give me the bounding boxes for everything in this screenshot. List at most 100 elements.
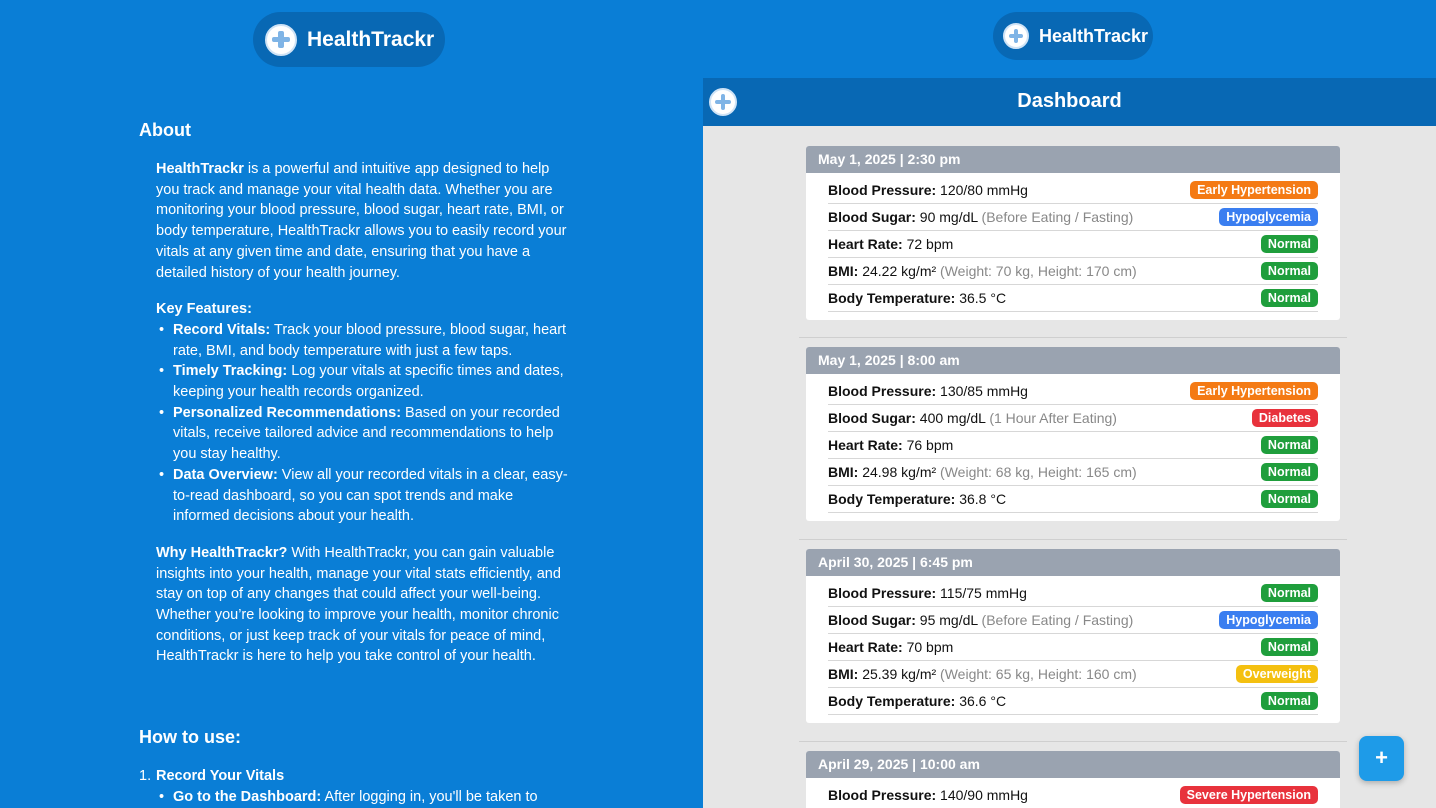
vital-value: 25.39 kg/m² <box>862 666 937 682</box>
feature-title: Timely Tracking: <box>173 363 288 380</box>
vital-value: 76 bpm <box>906 437 954 453</box>
status-badge: Normal <box>1260 262 1318 280</box>
vital-row-bp: Blood Pressure: 120/80 mmHg Early Hyperte… <box>828 177 1318 204</box>
vital-label: Blood Pressure: <box>828 787 937 803</box>
vital-label: Heart Rate: <box>828 437 903 453</box>
vital-row-bmi: BMI: 24.98 kg/m² (Weight: 68 kg, Height:… <box>828 459 1318 486</box>
feature-title: Data Overview: <box>173 466 278 483</box>
status-badge: Normal <box>1260 436 1318 454</box>
status-badge: Early Hypertension <box>1190 181 1318 199</box>
status-badge: Normal <box>1260 692 1318 710</box>
app-name: HealthTrackr <box>1039 25 1149 46</box>
vitals-entry[interactable]: April 30, 2025 | 6:45 pm Blood Pressure:… <box>806 549 1340 723</box>
entry-date: April 29, 2025 | 10:00 am <box>806 751 1340 778</box>
vital-row-bp: Blood Pressure: 140/90 mmHg Severe Hypert… <box>828 782 1318 808</box>
dashboard-list[interactable]: May 1, 2025 | 2:30 pm Blood Pressure: 12… <box>703 126 1436 808</box>
app-logo-right[interactable]: HealthTrackr <box>993 12 1153 60</box>
vital-row-bmi: BMI: 24.22 kg/m² (Weight: 70 kg, Height:… <box>828 258 1318 285</box>
vital-label: Heart Rate: <box>828 236 903 252</box>
app-name: HealthTrackr <box>307 27 435 51</box>
vital-label: Blood Pressure: <box>828 585 937 601</box>
status-badge: Hypoglycemia <box>1219 611 1318 629</box>
step-number: 1. <box>139 768 152 784</box>
status-badge: Early Hypertension <box>1190 382 1318 400</box>
vital-label: Blood Sugar: <box>828 410 916 426</box>
why-paragraph: Why HealthTrackr? With HealthTrackr, you… <box>156 543 569 667</box>
feature-item: Data Overview: View all your recorded vi… <box>156 465 569 527</box>
vital-value: 36.8 °C <box>959 491 1007 507</box>
vital-value: 120/80 mmHg <box>940 182 1028 198</box>
vital-value: 115/75 mmHg <box>940 585 1027 601</box>
vital-label: Blood Sugar: <box>828 209 916 225</box>
features-heading: Key Features: <box>156 301 252 318</box>
add-record-button[interactable]: + <box>1359 736 1404 781</box>
vital-row-temp: Body Temperature: 36.8 °C Normal <box>828 486 1318 513</box>
vital-row-bs: Blood Sugar: 95 mg/dL (Before Eating / F… <box>828 607 1318 634</box>
status-badge: Normal <box>1260 235 1318 253</box>
vital-label: Blood Pressure: <box>828 182 937 198</box>
vital-value: 90 mg/dL <box>919 209 978 225</box>
entry-date: April 30, 2025 | 6:45 pm <box>806 549 1340 576</box>
vital-label: Heart Rate: <box>828 639 903 655</box>
vital-value: 70 bpm <box>906 639 954 655</box>
about-panel: HealthTrackr About HealthTrackr is a pow… <box>0 0 703 808</box>
vital-label: BMI: <box>828 263 859 279</box>
howto-substep: Go to the Dashboard: After logging in, y… <box>156 787 569 808</box>
vital-label: BMI: <box>828 464 859 480</box>
vital-label: Blood Pressure: <box>828 383 937 399</box>
feature-item: Record Vitals: Track your blood pressure… <box>156 320 569 361</box>
status-badge: Normal <box>1260 584 1318 602</box>
vital-value: 36.6 °C <box>959 693 1007 709</box>
vital-note: (1 Hour After Eating) <box>989 410 1117 426</box>
vital-note: (Before Eating / Fasting) <box>981 209 1134 225</box>
about-heading: About <box>139 120 191 140</box>
vital-label: Body Temperature: <box>828 491 956 507</box>
vital-row-hr: Heart Rate: 70 bpm Normal <box>828 634 1318 661</box>
status-badge: Hypoglycemia <box>1219 208 1318 226</box>
vital-value: 24.22 kg/m² <box>862 263 937 279</box>
vital-row-bp: Blood Pressure: 115/75 mmHg Normal <box>828 580 1318 607</box>
vital-row-bp: Blood Pressure: 130/85 mmHg Early Hyperte… <box>828 378 1318 405</box>
dashboard-title: Dashboard <box>1017 90 1122 112</box>
vital-value: 95 mg/dL <box>919 612 978 628</box>
intro-text: is a powerful and intuitive app designed… <box>156 161 567 281</box>
why-text: With HealthTrackr, you can gain valuable… <box>156 544 561 665</box>
feature-item: Timely Tracking: Log your vitals at spec… <box>156 361 569 402</box>
key-features: Key Features: Record Vitals: Track your … <box>156 299 569 527</box>
status-badge: Normal <box>1260 463 1318 481</box>
entry-date: May 1, 2025 | 2:30 pm <box>806 146 1340 173</box>
vital-row-bs: Blood Sugar: 400 mg/dL (1 Hour After Eat… <box>828 405 1318 432</box>
why-bold: Why HealthTrackr? <box>156 544 288 561</box>
how-to-section: How to use: 1.Record Your Vitals Go to t… <box>139 727 569 807</box>
status-badge: Severe Hypertension <box>1179 786 1318 804</box>
vital-label: Body Temperature: <box>828 693 956 709</box>
entry-divider <box>799 539 1347 540</box>
vitals-entry[interactable]: May 1, 2025 | 2:30 pm Blood Pressure: 12… <box>806 146 1340 320</box>
dashboard-header: Dashboard <box>703 78 1436 126</box>
entry-divider <box>799 741 1347 742</box>
substep-text: After logging in, you'll be taken to <box>321 788 538 805</box>
app-logo-left[interactable]: HealthTrackr <box>253 12 445 67</box>
about-intro: HealthTrackr is a powerful and intuitive… <box>156 159 569 283</box>
status-badge: Normal <box>1260 289 1318 307</box>
feature-title: Personalized Recommendations: <box>173 404 402 421</box>
vital-value: 24.98 kg/m² <box>862 464 937 480</box>
medical-cross-icon <box>265 23 297 56</box>
medical-cross-icon <box>1003 23 1029 49</box>
about-section: About HealthTrackr is a powerful and int… <box>139 120 569 667</box>
vital-value: 36.5 °C <box>959 290 1007 306</box>
vital-row-bs: Blood Sugar: 90 mg/dL (Before Eating / F… <box>828 204 1318 231</box>
vital-label: Blood Sugar: <box>828 612 916 628</box>
vital-note: (Weight: 68 kg, Height: 165 cm) <box>940 464 1137 480</box>
vitals-entry[interactable]: April 29, 2025 | 10:00 am Blood Pressure… <box>806 751 1340 808</box>
status-badge: Overweight <box>1235 665 1318 683</box>
intro-bold: HealthTrackr <box>156 161 244 177</box>
vital-value: 400 mg/dL <box>919 410 986 426</box>
substep-bold: Go to the Dashboard: <box>173 788 322 805</box>
vital-value: 130/85 mmHg <box>940 383 1028 399</box>
vital-note: (Weight: 70 kg, Height: 170 cm) <box>940 263 1137 279</box>
vital-row-hr: Heart Rate: 76 bpm Normal <box>828 432 1318 459</box>
vitals-entry[interactable]: May 1, 2025 | 8:00 am Blood Pressure: 13… <box>806 347 1340 521</box>
vital-row-hr: Heart Rate: 72 bpm Normal <box>828 231 1318 258</box>
vital-row-bmi: BMI: 25.39 kg/m² (Weight: 65 kg, Height:… <box>828 661 1318 688</box>
